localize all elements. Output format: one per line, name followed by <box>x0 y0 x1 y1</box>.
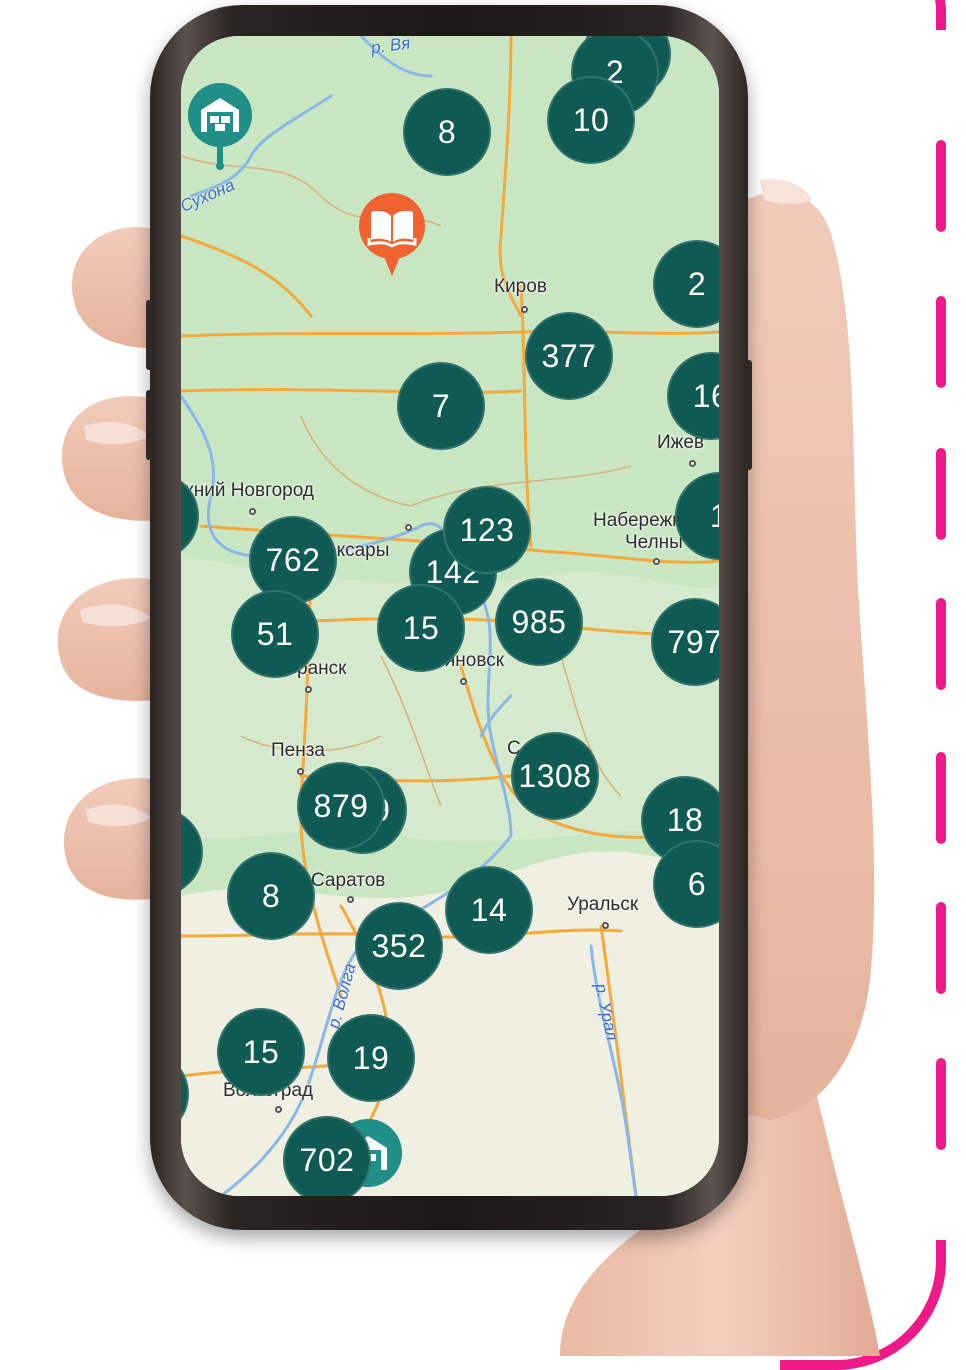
city-label-chelny[interactable]: Челны <box>625 532 683 554</box>
map-cluster[interactable]: 15 <box>217 1008 305 1096</box>
city-label-nizhny-novgorod[interactable]: жний Новгород <box>181 480 314 502</box>
city-dot <box>297 768 304 775</box>
city-dot <box>460 678 467 685</box>
city-label-uralsk[interactable]: Уральск <box>567 894 638 916</box>
map-cluster[interactable]: 14 <box>445 866 533 954</box>
map-cluster[interactable]: 10 <box>547 76 635 164</box>
city-dot <box>405 524 412 531</box>
map-cluster[interactable]: 985 <box>495 578 583 666</box>
city-dot <box>275 1106 282 1113</box>
city-dot <box>689 460 696 467</box>
map-cluster[interactable]: 8 <box>227 852 315 940</box>
library-pin[interactable] <box>355 192 429 278</box>
map-cluster[interactable]: 7 <box>397 362 485 450</box>
city-dot <box>653 558 660 565</box>
city-dot <box>521 306 528 313</box>
city-dot <box>347 896 354 903</box>
map-cluster[interactable]: 702 <box>283 1116 371 1196</box>
city-label-kirov[interactable]: Киров <box>494 276 547 298</box>
finger-3 <box>57 578 160 701</box>
finger-4 <box>63 778 160 900</box>
map-cluster[interactable]: 879 <box>297 762 385 850</box>
volume-button <box>146 300 152 370</box>
map-cluster[interactable]: 1308 <box>511 732 599 820</box>
warehouse-pin[interactable] <box>185 80 255 172</box>
city-label-naberezhnye[interactable]: Набережн <box>593 510 683 532</box>
map-cluster[interactable]: 15 <box>377 584 465 672</box>
map-screen[interactable]: р. Вя Сухона р. Волга р. Урал Киров Ижев… <box>181 36 719 1196</box>
map-cluster[interactable]: 377 <box>525 312 613 400</box>
city-dot <box>602 922 609 929</box>
map-cluster[interactable]: 51 <box>231 590 319 678</box>
city-dot <box>249 508 256 515</box>
city-label-penza[interactable]: Пенза <box>271 740 325 762</box>
map-cluster[interactable]: 8 <box>403 88 491 176</box>
city-label-saratov[interactable]: Саратов <box>311 870 385 892</box>
volume-button <box>146 390 152 460</box>
power-button <box>746 360 752 470</box>
map-cluster[interactable]: 123 <box>443 486 531 574</box>
city-dot <box>305 686 312 693</box>
thumb-nail <box>760 179 812 204</box>
map-cluster[interactable]: 19 <box>327 1014 415 1102</box>
map-cluster[interactable]: 352 <box>355 902 443 990</box>
